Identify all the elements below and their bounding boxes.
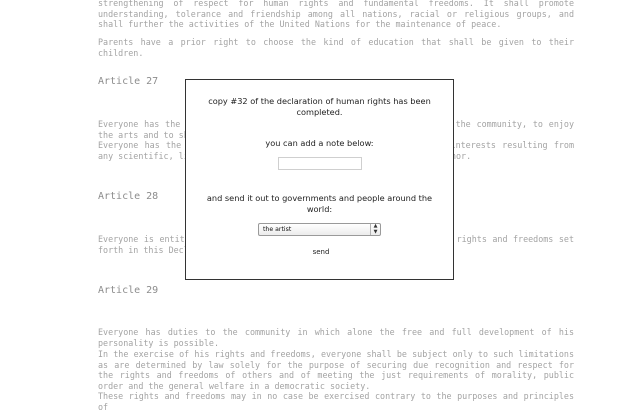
send-button[interactable]: send <box>305 246 337 258</box>
article-27-heading: Article 27 <box>98 76 159 87</box>
article-29-paragraph-1: Everyone has duties to the community in … <box>98 327 574 348</box>
note-input[interactable] <box>278 157 362 170</box>
recipient-selected-value: the artist <box>263 226 292 233</box>
completion-dialog: copy #32 of the declaration of human rig… <box>185 79 454 280</box>
article-28-heading: Article 28 <box>98 191 159 202</box>
note-prompt: you can add a note below: <box>265 138 374 148</box>
education-article-text: strengthening of respect for human right… <box>98 0 574 29</box>
send-prompt: and send it out to governments and peopl… <box>206 193 433 214</box>
article-29-paragraph-2: In the exercise of his rights and freedo… <box>98 349 574 391</box>
recipient-select[interactable]: the artist ▲ ▼ <box>258 223 381 236</box>
completion-message: copy #32 of the declaration of human rig… <box>208 96 431 117</box>
article-29-paragraph-3: These rights and freedoms may in no case… <box>98 391 574 412</box>
select-arrows-icon: ▲ ▼ <box>370 223 380 235</box>
education-parents-text: Parents have a prior right to choose the… <box>98 37 574 58</box>
article-29-heading: Article 29 <box>98 285 159 296</box>
